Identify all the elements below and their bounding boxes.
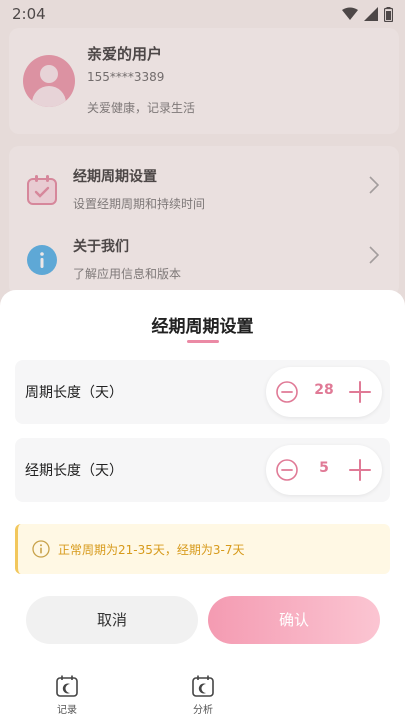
tip-box: 正常周期为21-35天，经期为3-7天 [15,524,390,574]
period-length-value: 5 [319,460,329,476]
cycle-length-label: 周期长度（天） [25,385,123,401]
cycle-length-row: 周期长度（天） 28 [15,360,390,424]
period-length-stepper: 5 [266,445,382,495]
calendar-icon [192,675,214,697]
info-circle-icon [32,540,50,558]
tab-analysis[interactable]: 分析 [183,674,223,716]
cycle-length-value: 28 [314,382,334,398]
tab-label: 分析 [193,705,213,716]
cycle-length-stepper: 28 [266,367,382,417]
period-length-row: 经期长度（天） 5 [15,438,390,502]
tip-text: 正常周期为21-35天，经期为3-7天 [58,543,245,557]
period-length-label: 经期长度（天） [25,463,123,479]
tab-label: 记录 [57,705,77,716]
bottom-tab-bar: 记录 分析 [0,670,405,720]
decrease-cycle-button[interactable] [276,381,298,403]
tab-record[interactable]: 记录 [47,674,87,716]
calendar-icon [56,675,78,697]
increase-period-button[interactable] [348,458,372,482]
confirm-button[interactable]: 确认 [208,596,380,644]
sheet-title: 经期周期设置 [151,317,254,337]
cancel-button[interactable]: 取消 [26,596,198,644]
title-underline [187,340,219,343]
decrease-period-button[interactable] [276,459,298,481]
cycle-settings-sheet: 经期周期设置 周期长度（天） 28 经期长度（天） 5 正常周期为21-35天，… [0,290,405,720]
increase-cycle-button[interactable] [348,380,372,404]
